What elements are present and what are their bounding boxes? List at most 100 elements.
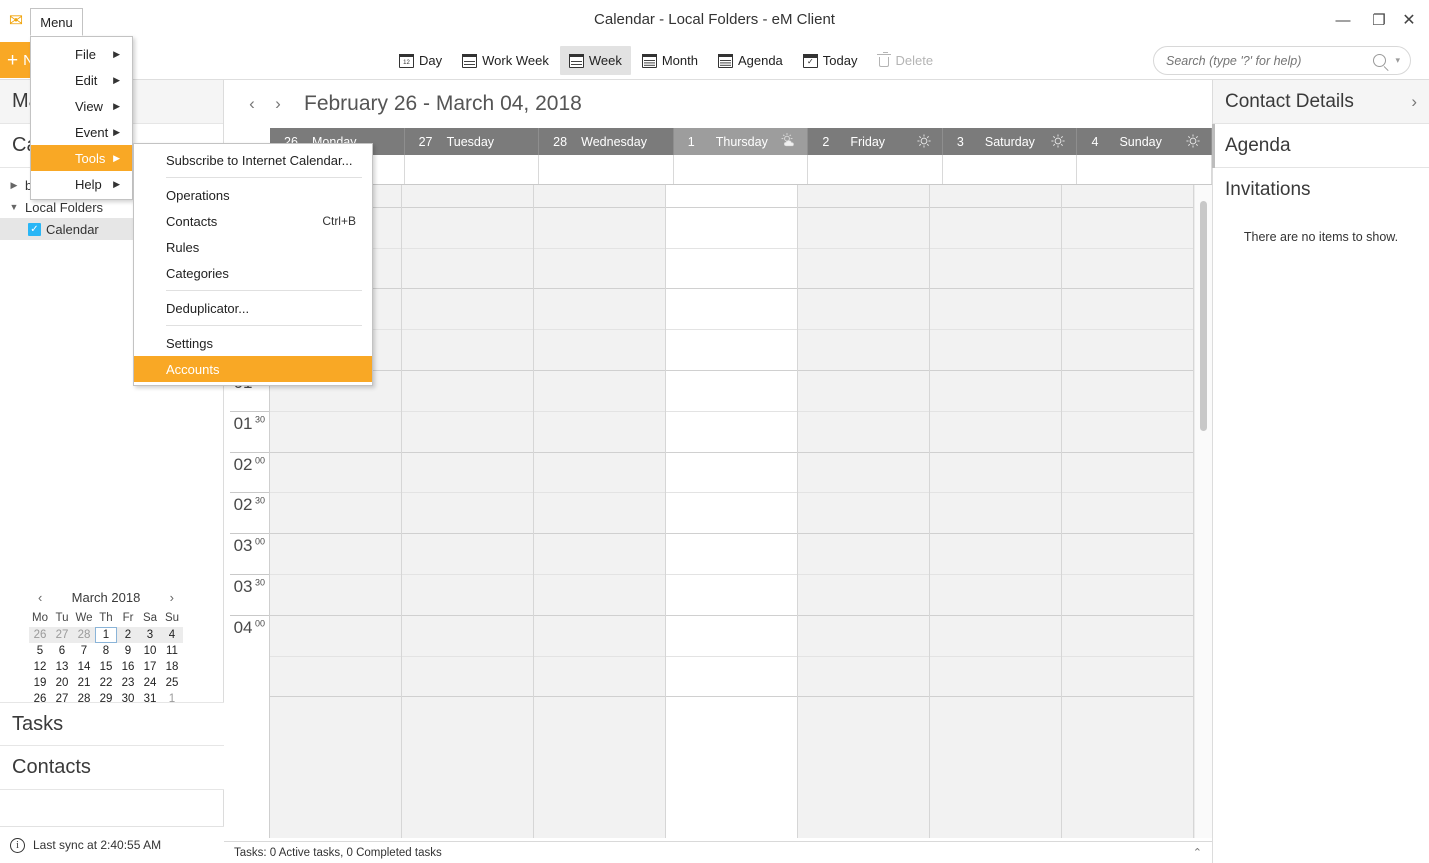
mini-cal-day[interactable]: 15 — [95, 659, 117, 675]
main-menu[interactable]: File ▶ Edit ▶ View ▶ Event ▶ Tools ▶ Help ▶ — [30, 36, 133, 200]
view-button-month[interactable]: Month — [633, 46, 707, 75]
menu-item-file[interactable]: File ▶ — [31, 41, 132, 67]
mini-cal-day[interactable]: 4 — [161, 627, 183, 643]
mini-cal-day[interactable]: 24 — [139, 675, 161, 691]
mini-cal-day[interactable]: 9 — [117, 643, 139, 659]
chevron-right-icon[interactable]: ▶ — [8, 180, 20, 191]
day-column-friday[interactable] — [798, 185, 930, 838]
all-day-cell[interactable] — [1077, 155, 1213, 184]
mini-cal-day[interactable]: 14 — [73, 659, 95, 675]
mini-cal-day[interactable]: 26 — [29, 627, 51, 643]
mini-cal-day[interactable]: 23 — [117, 675, 139, 691]
mini-cal-day[interactable]: 19 — [29, 675, 51, 691]
search-input[interactable] — [1164, 52, 1374, 69]
mini-cal-day[interactable]: 13 — [51, 659, 73, 675]
day-column-thursday[interactable] — [666, 185, 798, 838]
view-button-week[interactable]: Week — [559, 46, 631, 75]
time-label: 04 00 — [234, 618, 265, 658]
next-week-button[interactable]: › — [268, 94, 288, 114]
chevron-down-icon[interactable]: ▼ — [8, 202, 20, 212]
mini-cal-day[interactable]: 16 — [117, 659, 139, 675]
title-bar: ✉ Calendar - Local Folders - eM Client —… — [0, 0, 1429, 42]
mini-cal-day[interactable]: 21 — [73, 675, 95, 691]
mini-cal-day[interactable]: 11 — [161, 643, 183, 659]
day-column-saturday[interactable] — [930, 185, 1062, 838]
submenu-item-subscribetointernetcalendar[interactable]: Subscribe to Internet Calendar... — [134, 147, 372, 173]
sidebar-section-contacts[interactable]: Contacts — [0, 746, 224, 790]
search-box[interactable]: ▾ — [1153, 46, 1411, 75]
mini-cal-day[interactable]: 7 — [73, 643, 95, 659]
mini-cal-day[interactable]: 12 — [29, 659, 51, 675]
mini-cal-day[interactable]: 28 — [73, 627, 95, 643]
day-column-sunday[interactable] — [1062, 185, 1194, 838]
view-button-work-week[interactable]: Work Week — [453, 46, 558, 75]
menu-item-help[interactable]: Help ▶ — [31, 171, 132, 197]
all-day-cell[interactable] — [404, 155, 540, 184]
menu-button[interactable]: Menu — [30, 8, 83, 36]
menu-item-edit[interactable]: Edit ▶ — [31, 67, 132, 93]
grid-line — [666, 533, 797, 535]
day-column-tuesday[interactable] — [402, 185, 534, 838]
mini-cal-next-button[interactable]: › — [170, 590, 174, 605]
submenu-item-categories[interactable]: Categories — [134, 260, 372, 286]
mini-cal-day[interactable]: 3 — [139, 627, 161, 643]
panel-agenda[interactable]: Agenda — [1212, 124, 1429, 168]
mini-cal-day[interactable]: 20 — [51, 675, 73, 691]
mini-cal-day[interactable]: 2 — [117, 627, 139, 643]
mini-cal-day[interactable]: 10 — [139, 643, 161, 659]
mini-cal-day[interactable]: 22 — [95, 675, 117, 691]
day-column-wednesday[interactable] — [534, 185, 666, 838]
submenu-item-rules[interactable]: Rules — [134, 234, 372, 260]
chevron-right-icon[interactable]: › — [1411, 92, 1417, 112]
day-header-friday[interactable]: 2 Friday — [808, 128, 943, 155]
menu-item-label: Event — [75, 124, 109, 140]
day-columns[interactable] — [270, 185, 1194, 838]
sidebar-section-tasks[interactable]: Tasks — [0, 702, 224, 746]
panel-invitations[interactable]: Invitations — [1213, 168, 1429, 212]
day-header-wednesday[interactable]: 28 Wednesday — [539, 128, 674, 155]
submenu-item-label: Contacts — [166, 213, 218, 229]
submenu-item-deduplicator[interactable]: Deduplicator... — [134, 295, 372, 321]
all-day-cell[interactable] — [673, 155, 809, 184]
mini-cal-day[interactable]: 17 — [139, 659, 161, 675]
mini-cal-prev-button[interactable]: ‹ — [38, 590, 42, 605]
today-button[interactable]: Today — [794, 46, 867, 75]
menu-item-tools[interactable]: Tools ▶ — [31, 145, 132, 171]
chevron-right-icon: ▶ — [113, 126, 120, 137]
time-separator — [230, 451, 269, 453]
all-day-row[interactable] — [270, 155, 1213, 185]
submenu-item-label: Settings — [166, 335, 213, 351]
mini-cal-day[interactable]: 1 — [95, 627, 117, 643]
mini-cal-day[interactable]: 25 — [161, 675, 183, 691]
submenu-item-accounts[interactable]: Accounts — [134, 356, 372, 382]
submenu-item-operations[interactable]: Operations — [134, 182, 372, 208]
day-header-tuesday[interactable]: 27 Tuesday — [405, 128, 540, 155]
submenu-item-contacts[interactable]: Contacts Ctrl+B — [134, 208, 372, 234]
mini-cal-day[interactable]: 27 — [51, 627, 73, 643]
all-day-cell[interactable] — [808, 155, 943, 184]
day-header-sunday[interactable]: 4 Sunday — [1077, 128, 1213, 155]
close-button[interactable]: ✕ — [1389, 6, 1429, 36]
mini-cal-day[interactable]: 8 — [95, 643, 117, 659]
mini-cal-day[interactable]: 18 — [161, 659, 183, 675]
scrollbar-thumb[interactable] — [1200, 201, 1207, 431]
mini-cal-day[interactable]: 6 — [51, 643, 73, 659]
prev-week-button[interactable]: ‹ — [242, 94, 262, 114]
day-header-thursday[interactable]: 1 Thursday — [673, 128, 809, 155]
all-day-cell[interactable] — [942, 155, 1078, 184]
chevron-up-icon[interactable]: ⌃ — [1193, 846, 1202, 859]
checkbox-icon[interactable]: ✓ — [28, 222, 41, 236]
chevron-down-icon[interactable]: ▾ — [1395, 55, 1400, 66]
submenu-item-settings[interactable]: Settings — [134, 330, 372, 356]
panel-contact-details[interactable]: Contact Details › — [1213, 80, 1429, 124]
day-header-saturday[interactable]: 3 Saturday — [943, 128, 1078, 155]
view-button-day[interactable]: 12 Day — [390, 46, 451, 75]
menu-item-event[interactable]: Event ▶ — [31, 119, 132, 145]
mini-cal-day[interactable]: 5 — [29, 643, 51, 659]
vertical-scrollbar[interactable] — [1194, 185, 1212, 838]
menu-item-view[interactable]: View ▶ — [31, 93, 132, 119]
search-icon[interactable] — [1373, 54, 1387, 67]
view-button-agenda[interactable]: Agenda — [709, 46, 792, 75]
all-day-cell[interactable] — [539, 155, 674, 184]
tools-submenu[interactable]: Subscribe to Internet Calendar... Operati… — [133, 143, 373, 386]
